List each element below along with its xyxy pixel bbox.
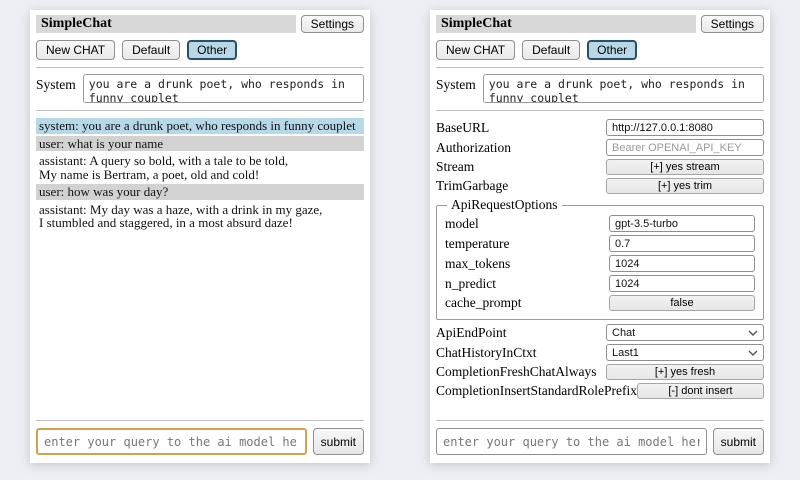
system-prompt-label: System: [436, 74, 476, 93]
max-tokens-input[interactable]: [609, 255, 755, 272]
setting-row-model: model: [445, 215, 755, 232]
api-endpoint-value: Chat: [612, 327, 635, 339]
query-row: submit: [436, 428, 764, 455]
setting-row-max-tokens: max_tokens: [445, 255, 755, 272]
chat-messages: system: you are a drunk poet, who respon…: [36, 118, 364, 233]
api-endpoint-label: ApiEndPoint: [436, 325, 606, 341]
setting-row-stream: Stream [+] yes stream: [436, 159, 764, 175]
submit-button[interactable]: submit: [713, 428, 764, 455]
new-chat-button[interactable]: New CHAT: [436, 40, 515, 60]
setting-row-chat-history: ChatHistoryInCtxt Last1: [436, 344, 764, 361]
fresh-chat-toggle-button[interactable]: [+] yes fresh: [606, 364, 764, 380]
baseurl-label: BaseURL: [436, 120, 606, 136]
divider: [436, 420, 764, 421]
setting-row-n-predict: n_predict: [445, 275, 755, 292]
baseurl-input[interactable]: [606, 119, 764, 136]
chat-message-assistant: assistant: A query so bold, with a tale …: [36, 153, 364, 182]
model-label: model: [445, 216, 609, 232]
cache-prompt-label: cache_prompt: [445, 295, 609, 311]
session-tab-other[interactable]: Other: [187, 40, 237, 60]
setting-row-authorization: Authorization: [436, 139, 764, 156]
divider: [36, 67, 364, 68]
chat-history-select[interactable]: Last1: [606, 344, 764, 361]
api-endpoint-select[interactable]: Chat: [606, 324, 764, 341]
system-prompt-row: System you are a drunk poet, who respond…: [436, 74, 764, 103]
query-input[interactable]: [436, 428, 707, 455]
spacer: [436, 402, 764, 413]
insert-role-prefix-label: CompletionInsertStandardRolePrefix: [436, 383, 637, 399]
trimgarbage-label: TrimGarbage: [436, 178, 606, 194]
setting-row-api-endpoint: ApiEndPoint Chat: [436, 324, 764, 341]
chat-history-value: Last1: [612, 347, 639, 359]
app-title: SimpleChat: [36, 15, 296, 33]
system-prompt-label: System: [36, 74, 76, 93]
api-request-options-fieldset: ApiRequestOptions model temperature max_…: [436, 197, 764, 320]
submit-button[interactable]: submit: [313, 428, 364, 455]
new-chat-button[interactable]: New CHAT: [36, 40, 115, 60]
chat-message-assistant: assistant: My day was a haze, with a dri…: [36, 202, 364, 231]
authorization-label: Authorization: [436, 140, 606, 156]
stream-toggle-button[interactable]: [+] yes stream: [606, 159, 764, 175]
temperature-label: temperature: [445, 236, 609, 252]
model-input[interactable]: [609, 215, 755, 232]
settings-panel: SimpleChat Settings New CHAT Default Oth…: [430, 10, 770, 463]
authorization-input[interactable]: [606, 139, 764, 156]
session-tab-other[interactable]: Other: [587, 40, 637, 60]
divider: [436, 110, 764, 111]
chevron-down-icon: [748, 330, 758, 336]
trimgarbage-toggle-button[interactable]: [+] yes trim: [606, 178, 764, 194]
spacer: [36, 233, 364, 414]
query-input[interactable]: [36, 428, 307, 455]
setting-row-baseurl: BaseURL: [436, 119, 764, 136]
divider: [436, 67, 764, 68]
setting-row-fresh-chat: CompletionFreshChatAlways [+] yes fresh: [436, 364, 764, 380]
chat-message-user: user: how was your day?: [36, 184, 364, 200]
chat-history-label: ChatHistoryInCtxt: [436, 345, 606, 361]
settings-list: BaseURL Authorization Stream [+] yes str…: [436, 117, 764, 402]
query-row: submit: [36, 428, 364, 455]
chevron-down-icon: [748, 350, 758, 356]
app-header: SimpleChat Settings: [436, 15, 764, 33]
setting-row-cache-prompt: cache_prompt false: [445, 295, 755, 311]
session-tab-default[interactable]: Default: [522, 40, 580, 60]
chat-panel: SimpleChat Settings New CHAT Default Oth…: [30, 10, 370, 463]
session-row: New CHAT Default Other: [36, 40, 364, 60]
app-header: SimpleChat Settings: [36, 15, 364, 33]
setting-row-insert-role-prefix: CompletionInsertStandardRolePrefix [-] d…: [436, 383, 764, 399]
temperature-input[interactable]: [609, 235, 755, 252]
setting-row-trimgarbage: TrimGarbage [+] yes trim: [436, 178, 764, 194]
app-title: SimpleChat: [436, 15, 696, 33]
n-predict-input[interactable]: [609, 275, 755, 292]
chat-message-user: user: what is your name: [36, 136, 364, 152]
cache-prompt-toggle-button[interactable]: false: [609, 295, 755, 311]
session-tab-default[interactable]: Default: [122, 40, 180, 60]
system-prompt-row: System you are a drunk poet, who respond…: [36, 74, 364, 103]
n-predict-label: n_predict: [445, 276, 609, 292]
insert-role-prefix-toggle-button[interactable]: [-] dont insert: [637, 383, 764, 399]
settings-button[interactable]: Settings: [701, 15, 764, 33]
divider: [36, 110, 364, 111]
setting-row-temperature: temperature: [445, 235, 755, 252]
divider: [36, 420, 364, 421]
fresh-chat-label: CompletionFreshChatAlways: [436, 364, 606, 380]
api-request-options-legend: ApiRequestOptions: [447, 197, 562, 213]
settings-button[interactable]: Settings: [301, 15, 364, 33]
chat-message-system: system: you are a drunk poet, who respon…: [36, 118, 364, 134]
session-row: New CHAT Default Other: [436, 40, 764, 60]
system-prompt-textarea[interactable]: you are a drunk poet, who responds in fu…: [83, 74, 364, 103]
stream-label: Stream: [436, 159, 606, 175]
system-prompt-textarea[interactable]: you are a drunk poet, who responds in fu…: [483, 74, 764, 103]
max-tokens-label: max_tokens: [445, 256, 609, 272]
